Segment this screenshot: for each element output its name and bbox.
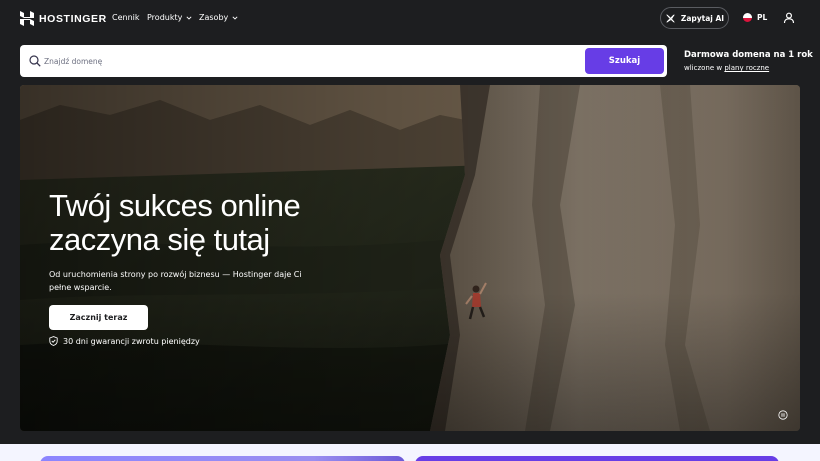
nav-link-label: Zasoby <box>199 13 229 22</box>
top-navigation: HOSTINGER Cennik Produkty Zasoby Zapytaj… <box>0 0 820 36</box>
ask-ai-button[interactable]: Zapytaj AI <box>660 7 729 29</box>
shield-check-icon <box>49 336 58 346</box>
search-button[interactable]: Szukaj <box>585 48 664 74</box>
nav-link-label: Cennik <box>112 13 140 22</box>
logo-text: HOSTINGER <box>39 12 107 25</box>
promo-title: Darmowa domena na 1 rok <box>684 50 813 60</box>
hero-background-image <box>20 85 800 431</box>
chevron-down-icon <box>232 15 238 20</box>
hero-description: Od uruchomienia strony po rozwój biznesu… <box>49 270 302 292</box>
below-fold-section <box>0 444 820 461</box>
money-back-guarantee: 30 dni gwarancji zwrotu pieniędzy <box>49 336 200 346</box>
promo-subtitle: wliczone w plany roczne <box>684 64 813 72</box>
user-icon[interactable] <box>783 12 795 24</box>
hero-title-line-2: zaczyna się tutaj <box>49 222 270 257</box>
hostinger-logo-icon <box>20 11 34 26</box>
nav-link-resources[interactable]: Zasoby <box>199 13 238 22</box>
nav-link-pricing[interactable]: Cennik <box>112 13 140 22</box>
free-domain-promo: Darmowa domena na 1 rok wliczone w plany… <box>684 50 813 72</box>
language-label: PL <box>757 13 768 22</box>
domain-search-input[interactable] <box>44 51 574 71</box>
nav-link-label: Produkty <box>147 13 183 22</box>
guarantee-text: 30 dni gwarancji zwrotu pieniędzy <box>63 336 200 346</box>
ai-sparkle-icon <box>665 13 675 23</box>
domain-search-bar: Szukaj <box>20 45 667 77</box>
feature-card-left <box>40 456 405 461</box>
search-icon <box>29 55 41 67</box>
logo[interactable]: HOSTINGER <box>20 11 107 26</box>
chevron-down-icon <box>186 15 192 20</box>
feature-card-right <box>415 456 779 461</box>
start-now-button[interactable]: Zacznij teraz <box>49 305 148 330</box>
ask-ai-label: Zapytaj AI <box>680 13 725 23</box>
annual-plans-link[interactable]: plany roczne <box>724 64 769 72</box>
hero-section: Twój sukces online zaczyna się tutaj Od … <box>20 85 800 431</box>
nav-link-products[interactable]: Produkty <box>147 13 192 22</box>
hero-title: Twój sukces online zaczyna się tutaj <box>49 188 301 257</box>
poland-flag-icon <box>743 13 752 22</box>
pause-icon[interactable] <box>778 410 788 420</box>
language-selector[interactable]: PL <box>743 13 767 22</box>
hero-title-line-1: Twój sukces online <box>49 188 301 223</box>
promo-subtitle-prefix: wliczone w <box>684 64 723 72</box>
